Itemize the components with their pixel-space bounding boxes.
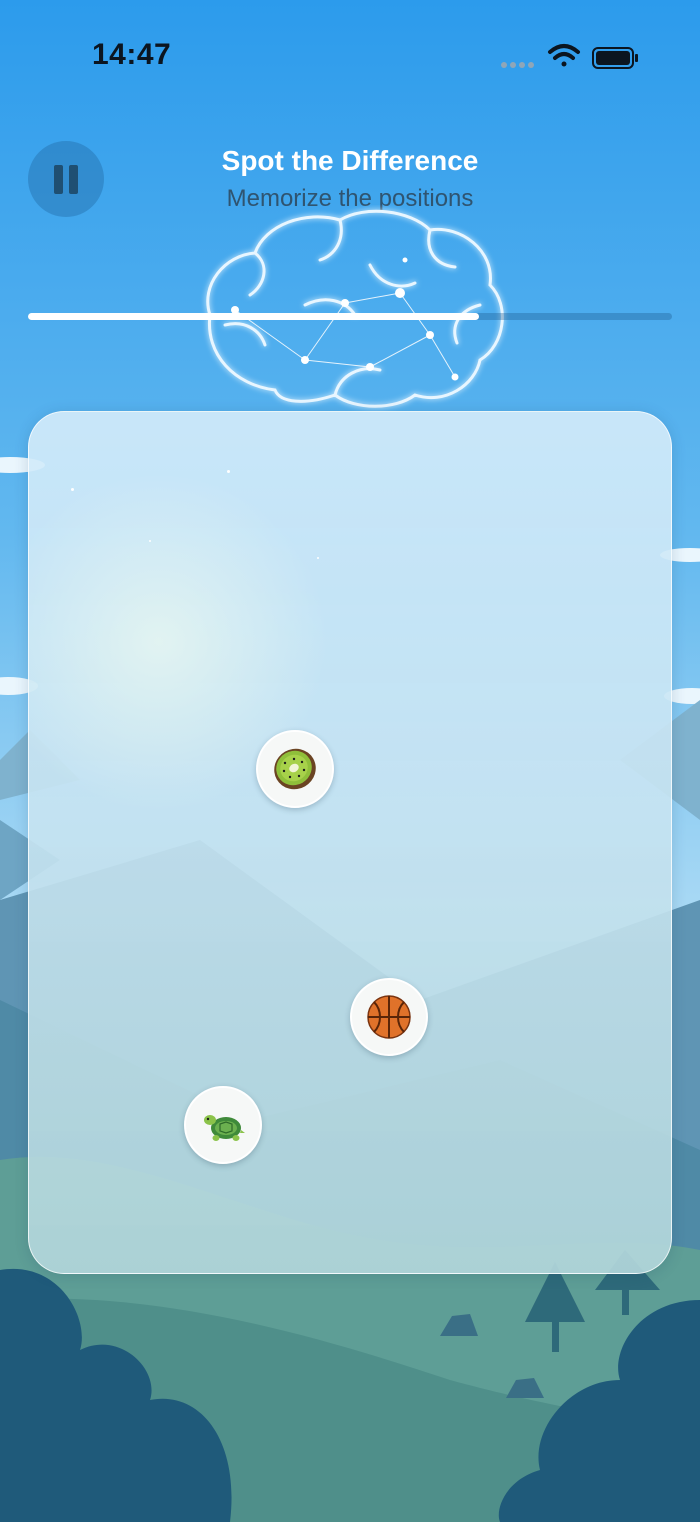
turtle-icon (204, 1115, 245, 1141)
game-title: Spot the Difference (221, 145, 479, 176)
token-kiwi[interactable] (256, 730, 334, 808)
signal-dots-icon (501, 62, 534, 68)
basketball-icon (367, 995, 411, 1039)
token-turtle[interactable] (184, 1086, 262, 1164)
game-board (28, 411, 672, 1274)
token-basketball[interactable] (350, 978, 428, 1056)
battery-icon (592, 47, 638, 69)
memorize-timer-fill (28, 313, 479, 320)
wifi-icon (548, 44, 580, 67)
status-time: 14:47 (92, 38, 172, 71)
status-bar: 14:47 (0, 0, 700, 110)
status-icons (501, 44, 638, 69)
memorize-timer-bar (28, 313, 672, 320)
kiwi-icon (274, 748, 316, 790)
